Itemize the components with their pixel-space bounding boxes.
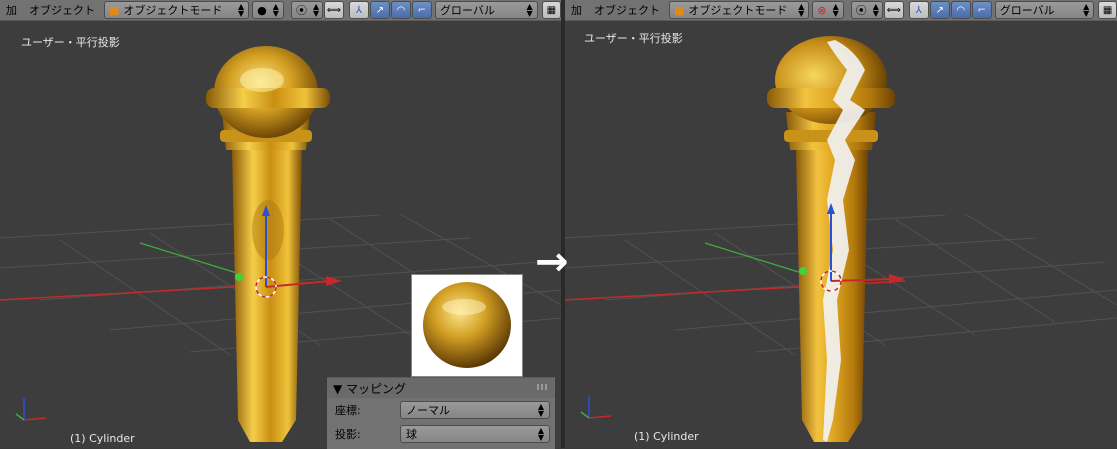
coordinates-value: ノーマル [406,404,450,417]
add-menu[interactable]: 加 [565,2,588,18]
object-menu[interactable]: オブジェクト [23,2,101,18]
mode-dropdown[interactable]: ■ オブジェクトモード ▲ ▼ [104,1,250,19]
projection-value: 球 [406,428,417,441]
updown-icon: ▲ ▼ [1083,2,1090,18]
rotate-icon: ◠ [396,4,406,16]
rotate-icon: ◠ [956,4,966,16]
mode-value: オブジェクトモード [688,4,788,17]
orientation-value: グローバル [999,4,1055,17]
left-viewport-header: 加 オブジェクト ■ オブジェクトモード ▲ ▼ ● ▲ ▼ ⦿ ▲ ▼ ⟺ ⅄ ↗ … [0,0,561,21]
projection-label: 投影: [335,428,361,441]
microphone-model[interactable] [206,46,330,442]
grid-icon: ▦ [1102,4,1113,16]
mapping-panel: ▼ マッピング 座標: ノーマル ▲ ▼ 投影: 球 ▲ ▼ [327,377,555,449]
projection-row: 投影: 球 ▲ ▼ [327,422,555,446]
pivot-dropdown[interactable]: ⦿ ▲ ▼ [850,1,883,19]
sphere-icon: ⊗ [817,3,827,17]
shading-dropdown[interactable]: ● ▲ ▼ [252,1,284,19]
object-label: (1) Cylinder [634,430,699,443]
manipulator-translate[interactable]: ⅄ [908,1,929,19]
y-manipulator[interactable] [235,273,243,281]
axes-icon: ⅄ [355,4,362,16]
pivot-dropdown[interactable]: ⦿ ▲ ▼ [290,1,323,19]
arrow-icon: ↗ [935,4,944,16]
updown-icon: ▲ ▼ [238,2,245,18]
material-preview [411,274,523,377]
move-icon: ⟺ [326,4,342,16]
cube-icon: ■ [674,3,685,17]
updown-icon: ▲ ▼ [798,2,805,18]
mode-dropdown[interactable]: ■ オブジェクトモード ▲ ▼ [669,1,810,19]
drag-handle-icon[interactable] [537,384,549,390]
move-icon: ⟺ [886,4,901,16]
axes-icon: ⅄ [915,4,922,16]
cube-icon: ■ [109,3,120,17]
orientation-dropdown[interactable]: グローバル ▲ ▼ [434,1,538,19]
coordinates-select[interactable]: ノーマル ▲ ▼ [400,401,550,419]
axis-gizmo [580,396,612,419]
updown-icon: ▲ ▼ [537,426,544,442]
object-label: (1) Cylinder [70,432,135,445]
manipulator-rotate[interactable]: ◠ [950,1,971,19]
sphere-icon: ● [257,3,267,17]
orientation-dropdown[interactable]: グローバル ▲ ▼ [994,1,1095,19]
mode-value: オブジェクトモード [123,4,223,17]
pivot-icon: ⦿ [295,4,307,17]
manipulator-toggle[interactable]: ⟺ [323,1,344,19]
manipulator-toggle[interactable]: ⟺ [883,1,904,19]
arrow-icon: ↗ [375,4,385,16]
coordinates-label: 座標: [335,404,361,417]
layers-button[interactable]: ▦ [1098,1,1117,19]
manipulator-scale[interactable]: ⌐ [411,1,432,19]
updown-icon: ▲ ▼ [872,2,879,18]
pivot-icon: ⦿ [855,4,867,17]
manipulator-translate[interactable]: ⅄ [348,1,369,19]
scale-icon: ⌐ [417,4,427,16]
orientation-value: グローバル [439,4,495,17]
right-viewport-header: 加 オブジェクト ■ オブジェクトモード ▲ ▼ ⊗ ▲ ▼ ⦿ ▲ ▼ ⟺ ⅄ ↗ … [565,0,1117,21]
object-menu[interactable]: オブジェクト [588,2,666,18]
right-3d-viewport[interactable]: 加 オブジェクト ■ オブジェクトモード ▲ ▼ ⊗ ▲ ▼ ⦿ ▲ ▼ ⟺ ⅄ ↗ … [565,0,1117,448]
mapping-panel-header[interactable]: ▼ マッピング [327,378,555,398]
manipulator-move[interactable]: ↗ [929,1,950,19]
manipulator-move[interactable]: ↗ [369,1,390,19]
projection-select[interactable]: 球 ▲ ▼ [400,425,550,443]
coordinates-row: 座標: ノーマル ▲ ▼ [327,398,555,422]
layers-button[interactable]: ▦ [541,1,561,19]
x-arrow-head[interactable] [889,274,905,284]
axis-gizmo [15,398,47,421]
y-manipulator[interactable] [799,267,807,275]
view-label: ユーザー・平行投影 [21,36,120,49]
right-scene [565,36,1117,442]
updown-icon: ▲ ▼ [832,2,839,18]
shading-dropdown[interactable]: ⊗ ▲ ▼ [812,1,844,19]
updown-icon: ▲ ▼ [537,402,544,418]
preview-sphere [423,282,511,368]
updown-icon: ▲ ▼ [526,2,533,18]
updown-icon: ▲ ▼ [312,2,320,18]
view-label: ユーザー・平行投影 [584,32,683,45]
scale-icon: ⌐ [977,4,986,16]
updown-icon: ▲ ▼ [272,2,279,18]
grid-icon: ▦ [546,4,557,16]
manipulator-rotate[interactable]: ◠ [390,1,411,19]
transition-arrow: → [535,239,569,285]
add-menu[interactable]: 加 [0,2,23,18]
manipulator-scale[interactable]: ⌐ [971,1,992,19]
